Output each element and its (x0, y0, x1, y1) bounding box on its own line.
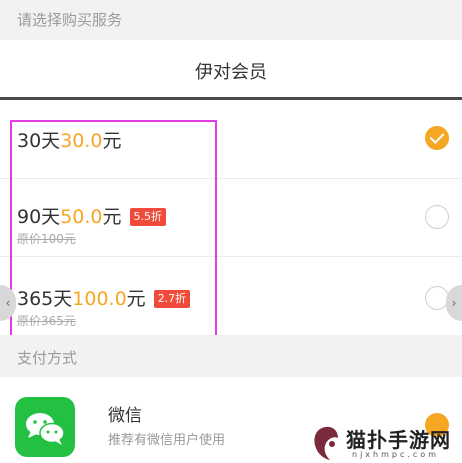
watermark-subtitle: njxhmpc.com (352, 450, 439, 459)
plan-radio[interactable] (425, 205, 449, 229)
service-section-header: 请选择购买服务 (0, 0, 462, 40)
payment-method-desc: 推荐有微信用户使用 (108, 433, 226, 448)
membership-tab[interactable]: 伊对会员 (0, 40, 462, 100)
payment-section-header: 支付方式 (0, 335, 462, 377)
watermark-title: 猫扑手游网 (346, 428, 451, 452)
payment-section-label: 支付方式 (17, 349, 78, 367)
tab-title: 伊对会员 (195, 62, 267, 83)
plan-radio-selected[interactable] (425, 126, 449, 150)
service-section-label: 请选择购买服务 (17, 11, 123, 29)
watermark-logo-icon (314, 426, 338, 460)
wechat-icon (15, 397, 75, 457)
payment-method-name: 微信 (108, 406, 142, 426)
watermark: 猫扑手游网 njxhmpc.com (300, 422, 462, 463)
annotation-highlight-box (10, 120, 217, 337)
